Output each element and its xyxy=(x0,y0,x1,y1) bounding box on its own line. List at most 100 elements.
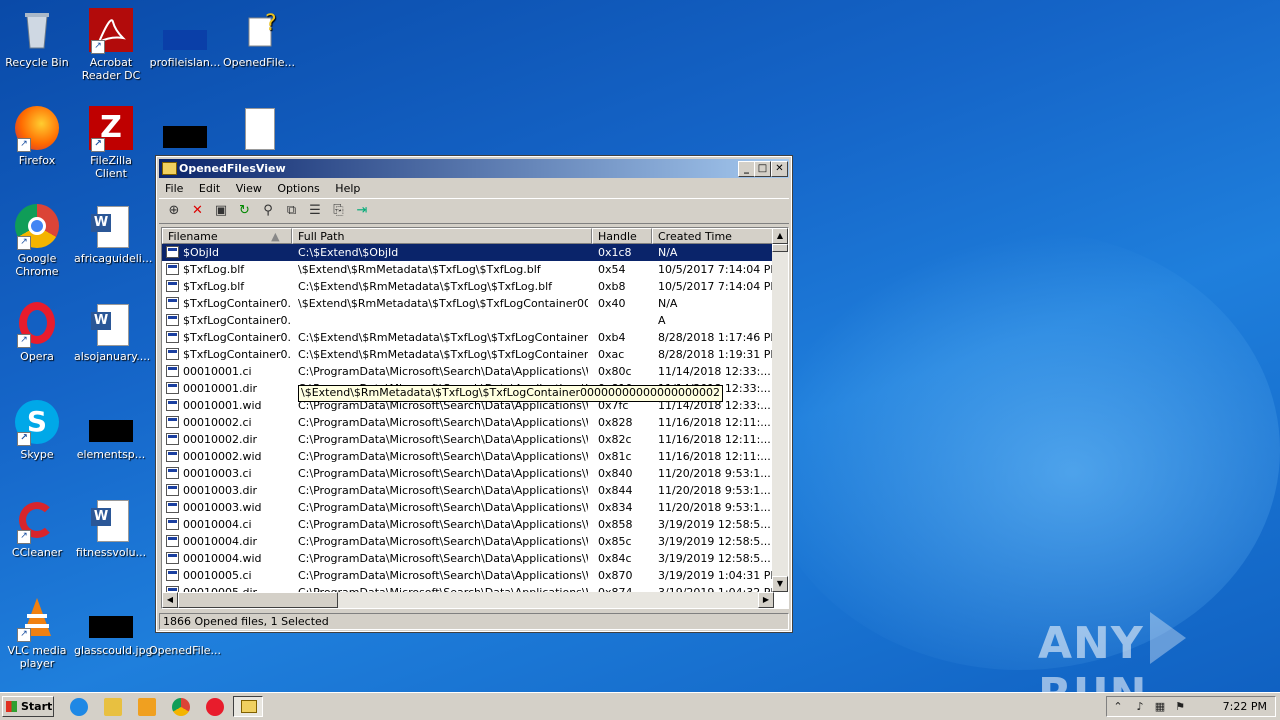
properties-icon[interactable]: ☰ xyxy=(306,202,324,220)
full-path-cell: C:\$Extend\$RmMetadata\$TxfLog\$TxfLog.b… xyxy=(298,280,553,293)
created-time-cell: 11/16/2018 12:11:... xyxy=(658,433,771,446)
refresh-icon[interactable]: ↻ xyxy=(236,202,254,220)
network-icon[interactable]: ▦ xyxy=(1153,700,1167,713)
exit-icon[interactable]: ⇥ xyxy=(353,202,371,220)
desktop-icon-recycle-bin[interactable]: Recycle Bin xyxy=(0,8,74,69)
scroll-down-button[interactable]: ▼ xyxy=(772,576,788,592)
table-row[interactable]: $TxfLogContainer0... C:\$Extend\$RmMetada… xyxy=(162,346,774,363)
target-icon[interactable]: ⊕ xyxy=(165,202,183,220)
table-row[interactable]: 00010002.ci C:\ProgramData\Microsoft\Sear… xyxy=(162,414,774,431)
minimize-button[interactable]: _ xyxy=(738,161,755,177)
flag-icon[interactable]: ⚑ xyxy=(1173,700,1187,713)
desktop-icon-redacted[interactable] xyxy=(148,106,222,154)
table-row[interactable]: 00010004.wid C:\ProgramData\Microsoft\Sea… xyxy=(162,550,774,567)
table-row[interactable]: $TxfLogContainer0... A xyxy=(162,312,774,329)
table-row[interactable]: 00010003.dir C:\ProgramData\Microsoft\Sea… xyxy=(162,482,774,499)
desktop-icon-filezilla[interactable]: Z ↗ FileZilla Client xyxy=(74,106,148,180)
desktop-icon-openedfiles[interactable]: ? OpenedFile... xyxy=(222,8,296,69)
desktop-icon-elementsp[interactable]: elementsp... xyxy=(74,400,148,461)
table-row[interactable]: 00010002.wid C:\ProgramData\Microsoft\Sea… xyxy=(162,448,774,465)
html-report-icon[interactable]: ⎘ xyxy=(330,202,348,220)
opera-taskbar-icon[interactable] xyxy=(206,698,224,716)
menu-file[interactable]: File xyxy=(159,180,189,198)
desktop-icon-skype[interactable]: S ↗ Skype xyxy=(0,400,74,461)
column-created-time[interactable]: Created Time xyxy=(652,228,774,244)
desktop-icon-firefox[interactable]: ↗ Firefox xyxy=(0,106,74,167)
desktop-icon-glasscould[interactable]: glasscould.jpg xyxy=(74,596,153,657)
table-row[interactable]: 00010003.ci C:\ProgramData\Microsoft\Sear… xyxy=(162,465,774,482)
table-row[interactable]: 00010004.ci C:\ProgramData\Microsoft\Sear… xyxy=(162,516,774,533)
save-icon[interactable]: ▣ xyxy=(212,202,230,220)
handle-cell: 0x844 xyxy=(598,484,633,497)
ie-icon[interactable] xyxy=(70,698,88,716)
window-titlebar[interactable]: OpenedFilesView _ □ ✕ xyxy=(159,159,789,178)
scroll-right-button[interactable]: ▶ xyxy=(758,592,774,608)
table-row[interactable]: 00010002.dir C:\ProgramData\Microsoft\Sea… xyxy=(162,431,774,448)
desktop-icon-alsojanuary[interactable]: W alsojanuary.... xyxy=(74,302,150,363)
volume-icon[interactable]: ♪ xyxy=(1133,700,1147,713)
desktop-icon-africaguide[interactable]: W africaguideli... xyxy=(74,204,152,265)
window-title: OpenedFilesView xyxy=(179,162,286,175)
column-handle[interactable]: Handle xyxy=(592,228,652,244)
list-header: Filename ▲ Full Path Handle Created Time xyxy=(162,228,774,244)
column-full-path[interactable]: Full Path xyxy=(292,228,592,244)
desktop-icon-profileislan[interactable]: profileislan... xyxy=(148,8,222,69)
full-path-cell: C:\$Extend\$RmMetadata\$TxfLog\$TxfLogCo… xyxy=(298,331,588,344)
desktop-icon-document[interactable] xyxy=(222,106,296,154)
openedfilesview-task[interactable] xyxy=(233,696,263,717)
table-row[interactable]: 00010001.ci C:\ProgramData\Microsoft\Sear… xyxy=(162,363,774,380)
close-button[interactable]: ✕ xyxy=(771,161,788,177)
desktop-icon-opera[interactable]: ↗ Opera xyxy=(0,302,74,363)
column-filename[interactable]: Filename ▲ xyxy=(162,228,292,244)
tray-expand-icon[interactable]: ⌃ xyxy=(1111,700,1125,713)
desktop-icon-label: Google Chrome xyxy=(15,252,59,278)
desktop-icon-vlc[interactable]: ↗ VLC media player xyxy=(0,596,74,670)
table-row[interactable]: 00010004.dir C:\ProgramData\Microsoft\Sea… xyxy=(162,533,774,550)
explorer-icon[interactable] xyxy=(104,698,122,716)
desktop-icon-label: OpenedFile... xyxy=(222,56,296,69)
vertical-scrollbar[interactable]: ▲ ▼ xyxy=(772,228,788,592)
menu-edit[interactable]: Edit xyxy=(193,180,226,198)
table-row[interactable]: 00010003.wid C:\ProgramData\Microsoft\Sea… xyxy=(162,499,774,516)
menu-help[interactable]: Help xyxy=(329,180,366,198)
system-tray: ⌃ ♪ ▦ ⚑ 7:22 PM xyxy=(1106,696,1276,717)
scroll-up-button[interactable]: ▲ xyxy=(772,228,788,244)
desktop-icon-ccleaner[interactable]: ↗ CCleaner xyxy=(0,498,74,559)
desktop-icon-label: FileZilla Client xyxy=(90,154,132,180)
maximize-button[interactable]: □ xyxy=(754,161,771,177)
table-row[interactable]: $TxfLogContainer0... C:\$Extend\$RmMetada… xyxy=(162,329,774,346)
created-time-cell: 11/16/2018 12:11:... xyxy=(658,416,771,429)
table-row[interactable]: $TxfLogContainer0... \$Extend\$RmMetadata… xyxy=(162,295,774,312)
chrome-taskbar-icon[interactable] xyxy=(172,698,190,716)
filter-icon[interactable]: ⚲ xyxy=(259,202,277,220)
copy-icon[interactable]: ⧉ xyxy=(283,202,301,220)
openedfilesview-window[interactable]: OpenedFilesView _ □ ✕ File Edit View Opt… xyxy=(155,155,793,633)
desktop-icon-label: fitnessvolu... xyxy=(75,546,147,559)
file-icon xyxy=(166,450,179,462)
status-bar: 1866 Opened files, 1 Selected xyxy=(159,613,789,630)
close-handle-icon[interactable]: ✕ xyxy=(189,202,207,220)
desktop-icon-chrome[interactable]: ↗ Google Chrome xyxy=(0,204,74,278)
desktop-icon-label: Recycle Bin xyxy=(5,56,69,69)
filename-cell: $TxfLogContainer0... xyxy=(183,297,291,310)
start-button[interactable]: Start xyxy=(2,696,54,717)
horizontal-scrollbar[interactable]: ◀ ▶ xyxy=(162,592,774,608)
table-row[interactable]: $ObjId C:\$Extend\$ObjId 0x1c8 N/A xyxy=(162,244,774,261)
desktop-icon-fitnessvolu[interactable]: W fitnessvolu... xyxy=(74,498,148,559)
media-player-icon[interactable] xyxy=(138,698,156,716)
menu-view[interactable]: View xyxy=(230,180,268,198)
table-row[interactable]: $TxfLog.blf C:\$Extend\$RmMetadata\$TxfLo… xyxy=(162,278,774,295)
vertical-scroll-thumb[interactable] xyxy=(772,244,788,252)
table-row[interactable]: 00010005.ci C:\ProgramData\Microsoft\Sear… xyxy=(162,567,774,584)
clock[interactable]: 7:22 PM xyxy=(1223,697,1267,716)
table-row[interactable]: $TxfLog.blf \$Extend\$RmMetadata\$TxfLog\… xyxy=(162,261,774,278)
file-icon xyxy=(166,348,179,360)
desktop-icon-label: Firefox xyxy=(18,154,56,167)
menu-options[interactable]: Options xyxy=(271,180,325,198)
file-icon xyxy=(166,246,179,258)
horizontal-scroll-thumb[interactable] xyxy=(178,592,338,608)
files-list[interactable]: Filename ▲ Full Path Handle Created Time… xyxy=(161,227,789,609)
handle-cell: 0x1c8 xyxy=(598,246,632,259)
scroll-left-button[interactable]: ◀ xyxy=(162,592,178,608)
desktop-icon-acrobat[interactable]: ↗ Acrobat Reader DC xyxy=(74,8,148,82)
